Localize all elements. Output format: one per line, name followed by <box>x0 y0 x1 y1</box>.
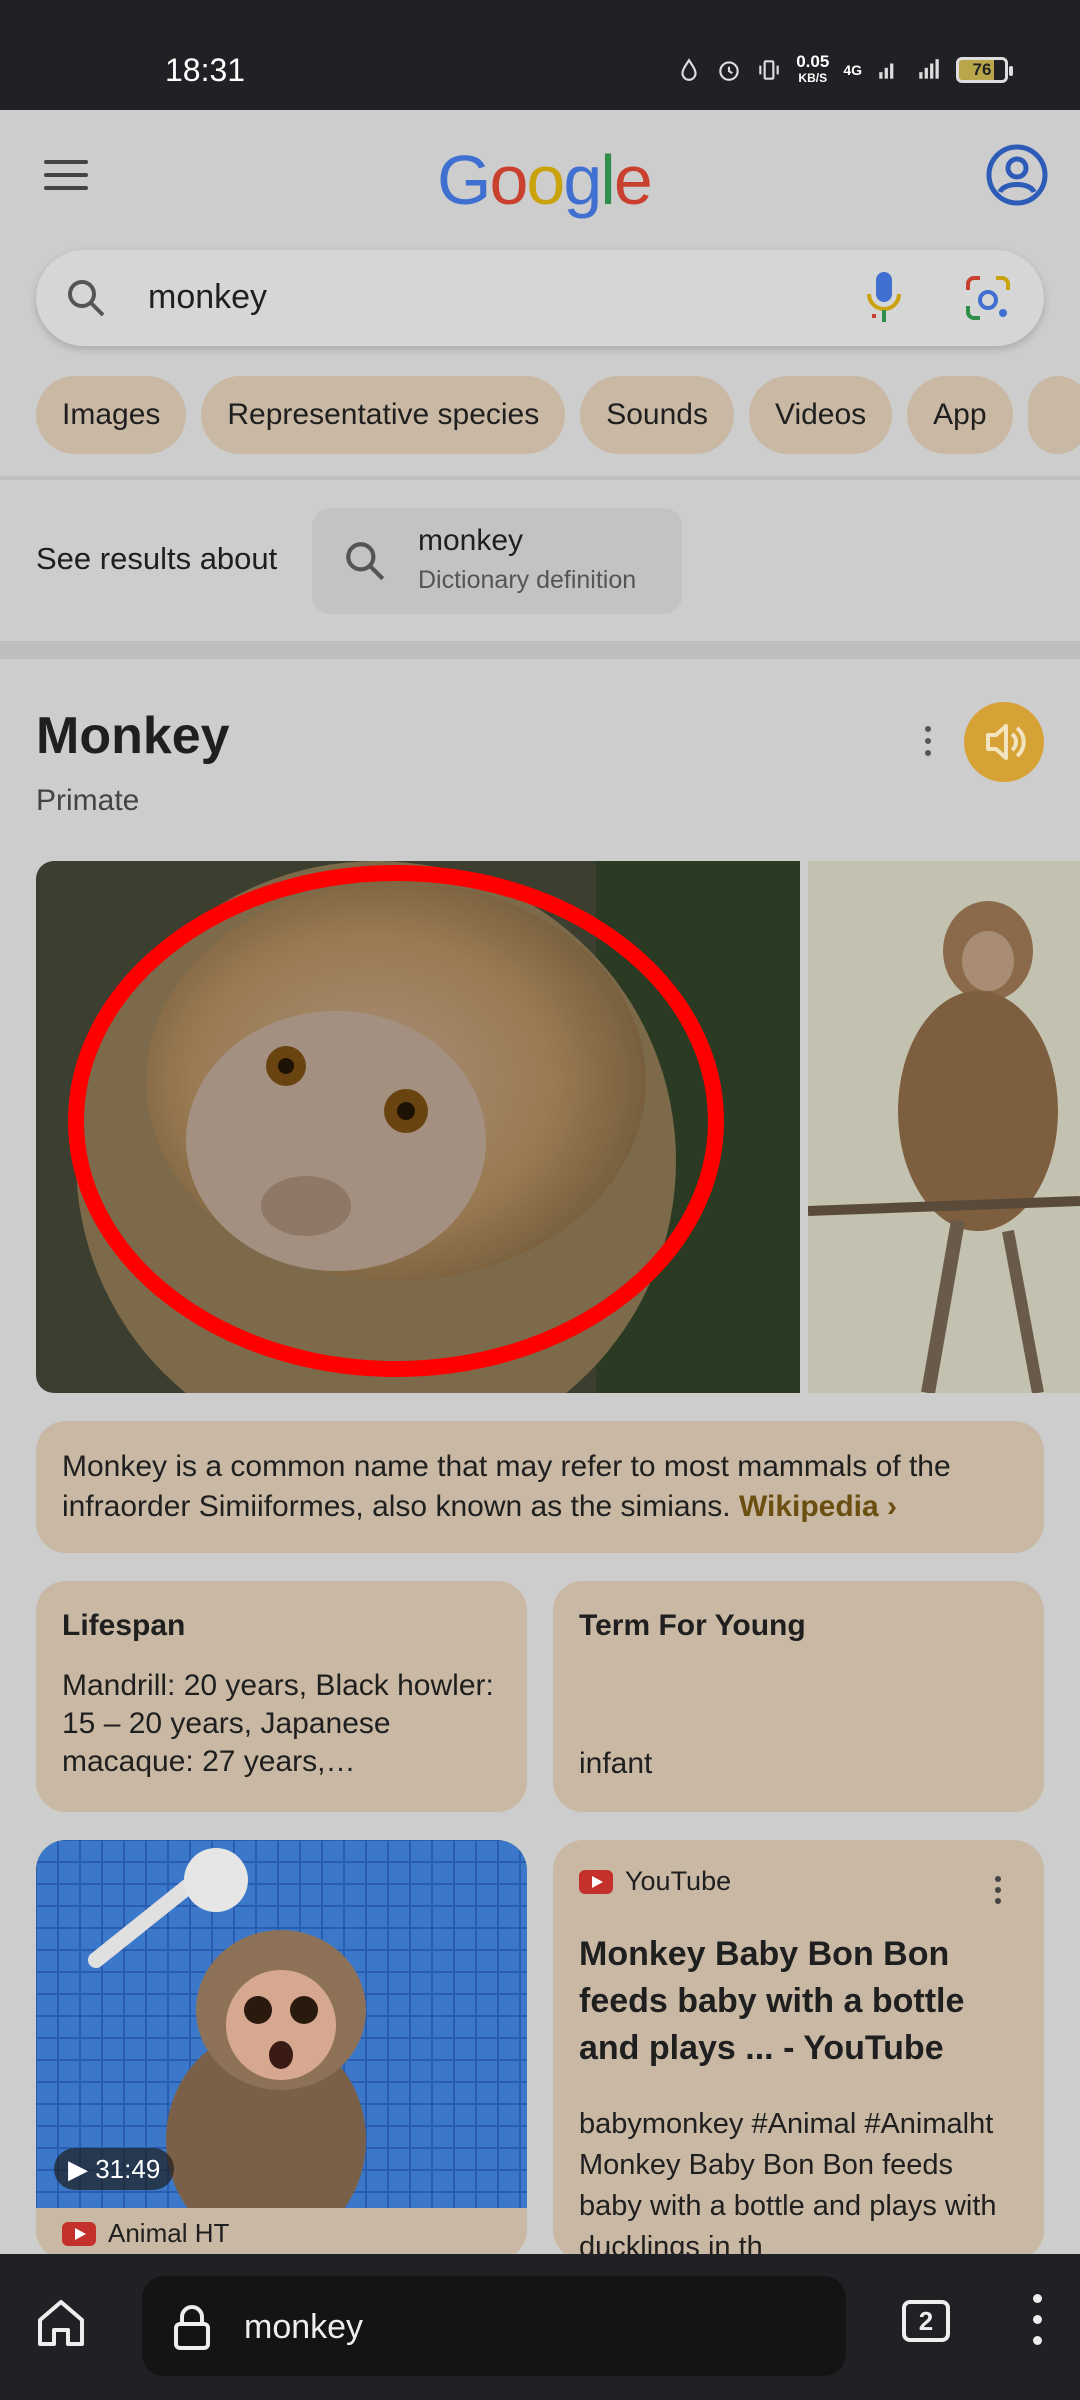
water-drop-icon <box>681 58 697 81</box>
url-text[interactable]: monkey <box>244 2308 363 2347</box>
dictionary-card-title: monkey <box>418 524 524 557</box>
fact-label: Term For Young <box>579 1609 806 1642</box>
wikipedia-link[interactable]: Wikipedia › <box>739 1490 897 1523</box>
dictionary-card-subtitle: Dictionary definition <box>418 566 637 594</box>
fact-card-term-for-young[interactable]: Term For Young infant <box>553 1581 1044 1812</box>
dictionary-card[interactable]: monkey Dictionary definition <box>312 508 682 614</box>
browser-bottom-bar: monkey 2 <box>0 2254 1080 2400</box>
youtube-icon <box>62 2221 96 2246</box>
youtube-description: babymonkey #Animal #Animalht Monkey Baby… <box>579 2108 997 2260</box>
microphone-icon[interactable] <box>864 270 904 326</box>
chip-videos[interactable]: Videos <box>748 376 893 454</box>
fact-value: Mandrill: 20 years, Black howler: 15 – 2… <box>62 1669 494 1778</box>
knowledge-panel-subtitle: Primate <box>36 784 140 817</box>
divider <box>0 476 1080 480</box>
youtube-result-card[interactable]: YouTube Monkey Baby Bon Bon feeds baby w… <box>553 1840 1044 2260</box>
signal-icon-2 <box>919 59 939 79</box>
video-card[interactable]: ▶ 31:49 Animal HT <box>36 1840 527 2260</box>
knowledge-panel-title: Monkey <box>36 707 230 765</box>
battery-icon: 76 <box>956 57 1013 83</box>
account-icon[interactable] <box>986 144 1048 206</box>
google-lens-icon[interactable] <box>964 274 1012 322</box>
signal-icon <box>879 63 894 79</box>
search-icon <box>346 542 385 581</box>
search-input[interactable]: monkey <box>148 278 267 317</box>
monkey-face-image[interactable] <box>36 861 800 1393</box>
chip-overflow[interactable] <box>1027 376 1080 454</box>
google-logo[interactable]: Google <box>437 140 653 220</box>
speaker-icon <box>986 724 1026 760</box>
youtube-title[interactable]: Monkey Baby Bon Bon feeds baby with a bo… <box>579 1931 1018 2072</box>
status-time: 18:31 <box>165 52 246 88</box>
pronunciation-button[interactable] <box>964 702 1044 782</box>
video-source: Animal HT <box>62 2218 229 2249</box>
description-card: Monkey is a common name that may refer t… <box>36 1421 1044 1553</box>
lock-icon <box>174 2305 210 2350</box>
url-bar[interactable]: monkey <box>142 2276 846 2376</box>
menu-icon[interactable] <box>44 160 88 194</box>
status-bar: 18:31 0.05 KB/S 4G 76 <box>0 0 1080 110</box>
google-header: Google <box>0 110 1080 240</box>
network-type: 4G <box>843 62 862 78</box>
monkey-sitting-image[interactable] <box>808 861 1080 1393</box>
tab-switcher-icon[interactable]: 2 <box>902 2300 950 2342</box>
fact-label: Lifespan <box>62 1609 186 1642</box>
section-divider <box>0 641 1080 659</box>
net-speed: 0.05 KB/S <box>796 52 830 85</box>
video-channel: Animal HT <box>108 2218 230 2248</box>
see-results-label: See results about <box>36 541 278 576</box>
search-icon <box>68 280 105 317</box>
search-box[interactable]: monkey <box>36 250 1044 346</box>
more-options-icon[interactable] <box>988 1876 1008 1909</box>
chip-app[interactable]: App <box>907 376 1013 454</box>
home-icon[interactable] <box>34 2296 88 2350</box>
chip-representative-species[interactable]: Representative species <box>201 376 566 454</box>
fact-value: infant <box>579 1747 653 1780</box>
vibrate-icon <box>759 60 779 80</box>
more-options-icon[interactable] <box>918 726 938 762</box>
youtube-source: YouTube <box>579 1866 1018 1897</box>
youtube-source-label: YouTube <box>625 1866 732 1896</box>
video-duration: ▶ 31:49 <box>54 2148 175 2190</box>
chip-images[interactable]: Images <box>36 376 187 454</box>
status-icons: 0.05 KB/S 4G 76 <box>676 52 1013 86</box>
fact-card-lifespan[interactable]: Lifespan Mandrill: 20 years, Black howle… <box>36 1581 527 1812</box>
alarm-icon <box>719 61 739 81</box>
browser-menu-icon[interactable] <box>1030 2294 1044 2357</box>
youtube-icon <box>579 1869 613 1894</box>
filter-chips: Images Representative species Sounds Vid… <box>36 376 1080 454</box>
chip-sounds[interactable]: Sounds <box>580 376 734 454</box>
